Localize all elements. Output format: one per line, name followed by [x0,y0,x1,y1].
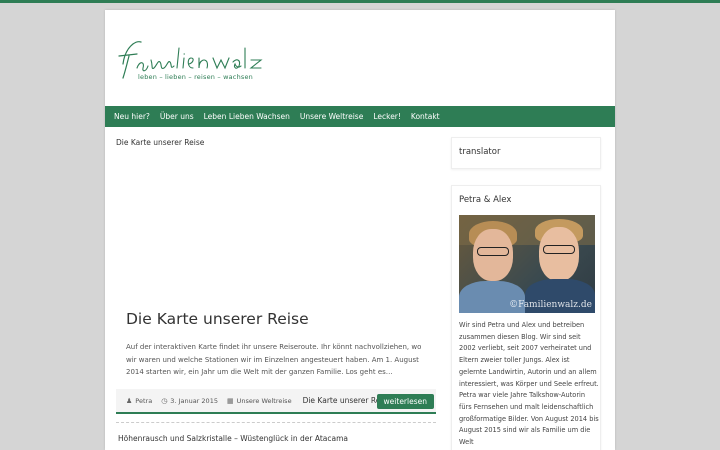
post-separator [116,422,436,423]
read-more-button[interactable]: weiterlesen [376,394,434,409]
post-meta-bar: ♟ Petra ◷ 3. Januar 2015 ▦ Unsere Weltre… [116,389,436,414]
nav-item-leben-lieben-wachsen[interactable]: Leben Lieben Wachsen [204,112,290,121]
main-navigation: Neu hier? Über uns Leben Lieben Wachsen … [105,106,615,127]
main-content: Die Karte unserer Reise Die Karte unsere… [116,136,436,443]
post-category[interactable]: ▦ Unsere Weltreise [227,397,292,405]
photo-watermark: ©Familienwalz.de [509,300,592,310]
breadcrumb: Die Karte unserer Reise [116,138,205,147]
about-text: Wir sind Petra und Alex und betreiben zu… [459,321,599,447]
post-media-area [116,153,436,303]
clock-icon: ◷ [161,396,168,405]
nav-item-unsere-weltreise[interactable]: Unsere Weltreise [300,112,363,121]
about-widget-title: Petra & Alex [459,195,512,205]
user-icon: ♟ [126,396,133,405]
nav-item-kontakt[interactable]: Kontakt [411,112,440,121]
post-author[interactable]: ♟ Petra [126,397,152,405]
post-excerpt: Auf der interaktiven Karte findet ihr un… [126,343,422,376]
nav-item-lecker[interactable]: Lecker! [373,112,401,121]
next-post-title[interactable]: Höhenrausch und Salzkristalle – Wüstengl… [118,434,348,443]
translator-widget-title: translator [459,147,501,157]
nav-item-ueber-uns[interactable]: Über uns [160,112,194,121]
post-date[interactable]: ◷ 3. Januar 2015 [161,397,218,405]
about-widget: Petra & Alex ©Familienwalz.de Wir sind P… [451,185,601,450]
top-accent-bar [0,0,720,3]
nav-item-neu-hier[interactable]: Neu hier? [114,112,150,121]
photo-person-right-glasses [543,245,575,254]
author-photo: ©Familienwalz.de [459,215,595,313]
post-author-name[interactable]: Petra [135,397,152,405]
folder-icon: ▦ [226,396,234,405]
photo-person-right-face [539,227,579,281]
page-container: leben – lieben – reisen – wachsen Neu hi… [105,10,615,450]
site-tagline: leben – lieben – reisen – wachsen [138,73,253,81]
post-date-text[interactable]: 3. Januar 2015 [170,397,218,405]
post-category-link[interactable]: Unsere Weltreise [237,397,292,405]
photo-person-left-glasses [477,247,509,256]
site-header: leben – lieben – reisen – wachsen [105,10,615,106]
translator-widget: translator [451,137,601,169]
post-title[interactable]: Die Karte unserer Reise [126,310,309,328]
